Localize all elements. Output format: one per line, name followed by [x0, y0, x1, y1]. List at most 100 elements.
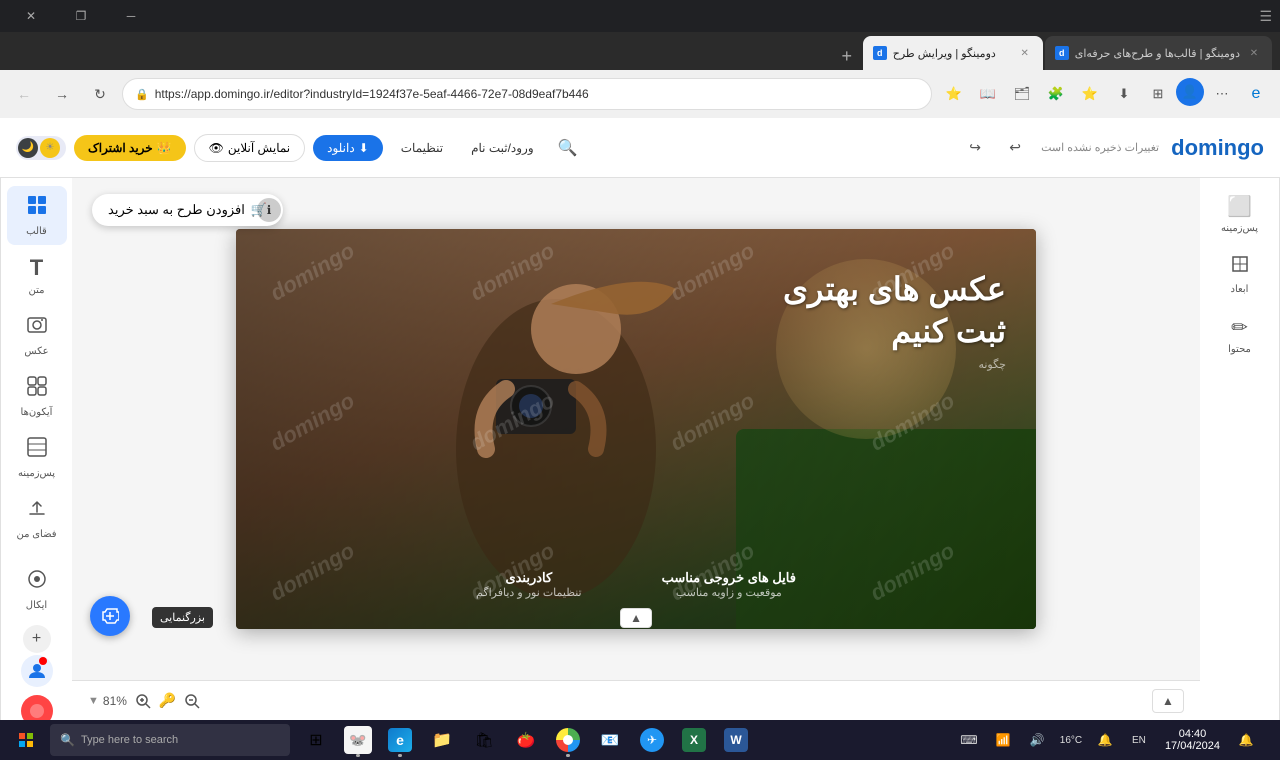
collections-button[interactable]: 🗂	[1006, 78, 1038, 110]
title-bar-left: ☰	[1256, 8, 1272, 24]
taskbar-app-chrome[interactable]	[548, 720, 588, 760]
chrome-inner	[563, 735, 573, 745]
right-tool-text[interactable]: T متن	[7, 247, 67, 304]
pan-tool: 🔑	[159, 692, 176, 709]
right-tool-brand[interactable]: ایکال	[7, 560, 67, 619]
taskbar-app-pomodoro[interactable]: 🍅	[506, 720, 546, 760]
taskbar-date: 17/04/2024	[1165, 740, 1220, 752]
download-button[interactable]: ⬇ دانلود	[313, 135, 383, 161]
forward-button[interactable]: →	[46, 78, 78, 110]
taskbar-battery-icon[interactable]: 16°C	[1055, 720, 1087, 760]
taskbar-search[interactable]: 🔍 Type here to search	[50, 724, 290, 756]
taskbar-app-explorer[interactable]: 📁	[422, 720, 462, 760]
tab-2[interactable]: d دومینگو | ویرایش طرح ✕	[863, 36, 1043, 70]
close-button[interactable]: ✕	[8, 0, 54, 32]
tab-1[interactable]: d دومینگو | قالب‌ها و طرح‌های حرفه‌ای ✕	[1045, 36, 1272, 70]
taskbar-app-mail[interactable]: 📧	[590, 720, 630, 760]
taskbar-volume-icon[interactable]: 🔊	[1021, 720, 1053, 760]
edge-icon[interactable]: e	[1240, 78, 1272, 110]
taskbar-notification-icon[interactable]: 🔔	[1089, 720, 1121, 760]
login-button[interactable]: ورود/ثبت نام	[461, 135, 544, 161]
settings-button[interactable]: تنظیمات	[391, 135, 453, 161]
taskbar-network-icon[interactable]: 📶	[987, 720, 1019, 760]
restore-button[interactable]: ❐	[58, 0, 104, 32]
minimize-button[interactable]: ─	[108, 0, 154, 32]
bottom-center: ▲	[1152, 689, 1184, 713]
add-to-cart-button[interactable]: 🛒 افزودن طرح به سبد خرید	[92, 194, 283, 226]
browser-extensions-button[interactable]: ⊞	[1142, 78, 1174, 110]
right-tool-template[interactable]: قالب	[7, 186, 67, 245]
subscribe-button[interactable]: 👑 خرید اشتراک	[74, 135, 186, 161]
taskbar-app-edge[interactable]: e	[380, 720, 420, 760]
background-tool-icon: ⬜	[1227, 194, 1252, 219]
zoom-in-button[interactable]	[131, 689, 155, 713]
gimp-icon: 🐭	[344, 726, 372, 754]
right-tool-background[interactable]: پس‌زمینه	[7, 428, 67, 487]
taskbar-ime-icon[interactable]: EN	[1123, 720, 1155, 760]
key-icon: 🔑	[159, 692, 176, 709]
new-tab-button[interactable]: +	[833, 42, 861, 70]
tab-2-close[interactable]: ✕	[1017, 45, 1033, 61]
taskbar-app-task-view[interactable]: ⊞	[296, 720, 336, 760]
light-mode-icon: ☀	[40, 138, 60, 158]
taskbar-app-store[interactable]: 🛍	[464, 720, 504, 760]
info-item-2: کادربندی تنظیمات نور و دیافراگم	[476, 570, 582, 599]
browser-menu-icon[interactable]: ☰	[1256, 8, 1272, 24]
info-title-1: فایل های خروجی مناسب	[662, 570, 796, 586]
taskbar-clock[interactable]: 04:40 17/04/2024	[1157, 728, 1228, 752]
dimensions-tool-icon	[1230, 254, 1250, 280]
reading-mode-button[interactable]: 📖	[972, 78, 1004, 110]
favorites-button[interactable]: ⭐	[1074, 78, 1106, 110]
theme-toggle[interactable]: 🌙 ☀	[16, 136, 66, 160]
info-icon[interactable]: ℹ	[257, 198, 281, 222]
title-bar-right: ─ ❐ ✕	[8, 0, 154, 32]
design-canvas[interactable]: domingo domingo domingo domingo domingo …	[236, 229, 1036, 629]
show-desktop-button[interactable]	[1264, 720, 1276, 760]
zoom-out-button[interactable]	[180, 689, 204, 713]
gimp-text-icon: 🐭	[349, 732, 366, 749]
back-button[interactable]: ←	[8, 78, 40, 110]
profile-button[interactable]: 👤	[1176, 78, 1204, 106]
taskbar-notifications-button[interactable]: 🔔	[1230, 720, 1262, 760]
eye-icon: 👁	[209, 141, 224, 155]
canvas-bottom-bar: ▼ 81% 🔑	[72, 680, 1200, 720]
tool-content[interactable]: ✏ محتوا	[1208, 307, 1272, 363]
url-bar[interactable]: 🔒 https://app.domingo.ir/editor?industry…	[122, 78, 932, 110]
icons-svg-icon	[26, 375, 48, 397]
notification-button[interactable]	[21, 655, 53, 687]
browser-menu-button[interactable]: ⋯	[1206, 78, 1238, 110]
background-tool-label: پس‌زمینه	[1221, 223, 1258, 234]
red-dot-button[interactable]	[21, 695, 53, 720]
right-tool-icons[interactable]: آیکون‌ها	[7, 367, 67, 426]
undo-button[interactable]: ↩	[1001, 134, 1029, 162]
taskbar-app-excel[interactable]: X	[674, 720, 714, 760]
pomodoro-icon: 🍅	[514, 728, 538, 752]
tool-background[interactable]: ⬜ پس‌زمینه	[1208, 186, 1272, 242]
section-up-button[interactable]: ▲	[1152, 689, 1184, 713]
right-tool-upload[interactable]: فضای من	[7, 489, 67, 548]
brand-svg-icon	[26, 568, 48, 590]
start-button[interactable]	[4, 720, 48, 760]
taskbar-app-word[interactable]: W	[716, 720, 756, 760]
taskbar-app-gimp[interactable]: 🐭	[338, 720, 378, 760]
tool-dimensions[interactable]: ابعاد	[1208, 246, 1272, 303]
excel-icon: X	[682, 728, 706, 752]
collapse-section-button[interactable]: ▲	[620, 608, 652, 628]
online-preview-button[interactable]: نمایش آنلاین 👁	[194, 134, 305, 162]
right-tool-photo[interactable]: عکس	[7, 306, 67, 365]
add-to-favorites-button[interactable]: ⭐	[938, 78, 970, 110]
add-element-button[interactable]: +	[23, 625, 51, 653]
header-search-icon[interactable]: 🔍	[552, 132, 584, 164]
reload-button[interactable]: ↻	[84, 78, 116, 110]
redo-button[interactable]: ↪	[961, 134, 989, 162]
tab-1-close[interactable]: ✕	[1246, 45, 1262, 61]
app-header: domingo تغییرات ذخیره نشده است ↩ ↪ 🌙 ☀ 👑…	[0, 118, 1280, 178]
windows-logo-icon	[19, 733, 33, 747]
downloads-button[interactable]: ⬇	[1108, 78, 1140, 110]
content-tool-icon: ✏	[1231, 315, 1248, 340]
extensions-button[interactable]: 🧩	[1040, 78, 1072, 110]
background-right-icon	[26, 436, 48, 464]
magnify-button[interactable]	[90, 596, 130, 636]
taskbar-app-telegram[interactable]: ✈	[632, 720, 672, 760]
taskbar-keyboard-icon[interactable]: ⌨	[953, 720, 985, 760]
